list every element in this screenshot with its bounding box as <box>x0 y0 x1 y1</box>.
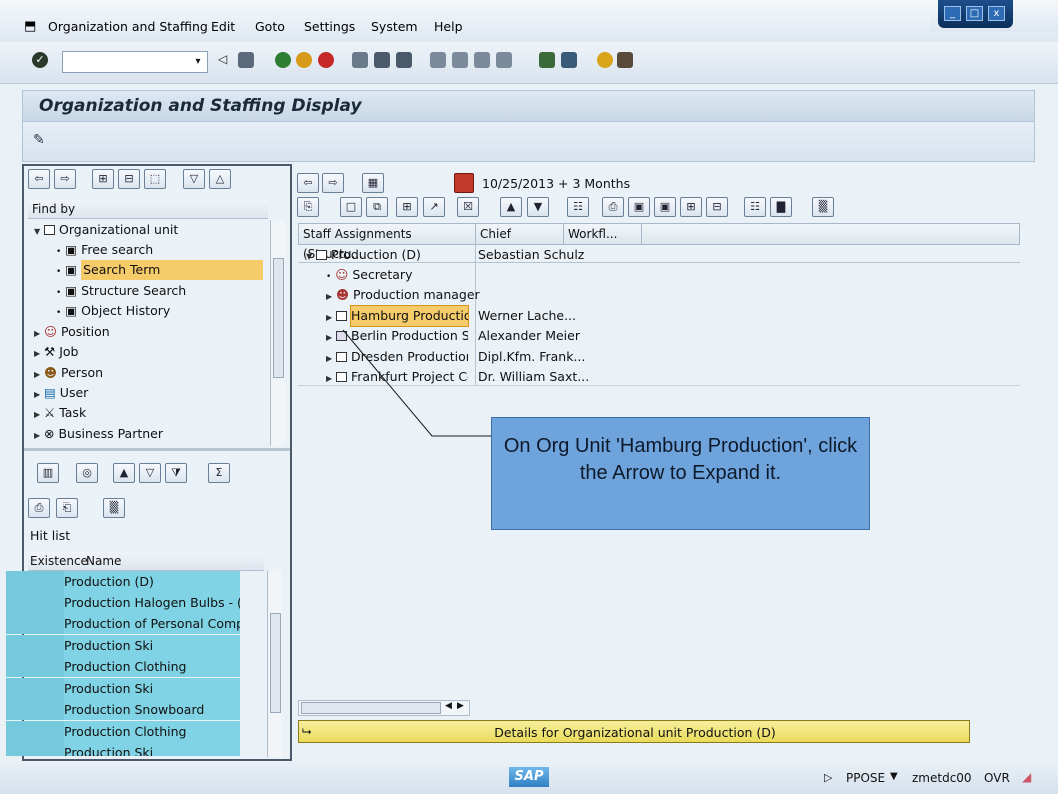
scroll-right-icon[interactable]: ▶ <box>457 701 464 711</box>
status-triangle-icon[interactable]: ▷ <box>824 771 832 784</box>
status-server: zmetdc00 <box>912 771 972 785</box>
status-mode: OVR <box>984 771 1010 785</box>
details-bar[interactable]: ⮡ Details for Organizational unit Produc… <box>298 720 970 743</box>
callout-pointer <box>342 329 491 437</box>
status-grip-icon: ◢ <box>1022 770 1032 784</box>
status-program: PPOSE <box>846 771 886 785</box>
sap-logo: SAP <box>509 767 549 787</box>
status-bar: SAP ▷ PPOSE ▼ zmetdc00 OVR ◢ <box>0 762 1058 794</box>
horizontal-scrollbar[interactable]: ◀ ▶ <box>298 700 470 716</box>
status-dropdown-icon[interactable]: ▼ <box>890 771 898 782</box>
details-label: Details for Organizational unit Producti… <box>494 725 776 740</box>
scrollbar-thumb[interactable] <box>301 702 441 714</box>
scroll-left-icon[interactable]: ◀ <box>445 701 452 711</box>
tutorial-callout: On Org Unit 'Hamburg Production', click … <box>491 417 870 530</box>
